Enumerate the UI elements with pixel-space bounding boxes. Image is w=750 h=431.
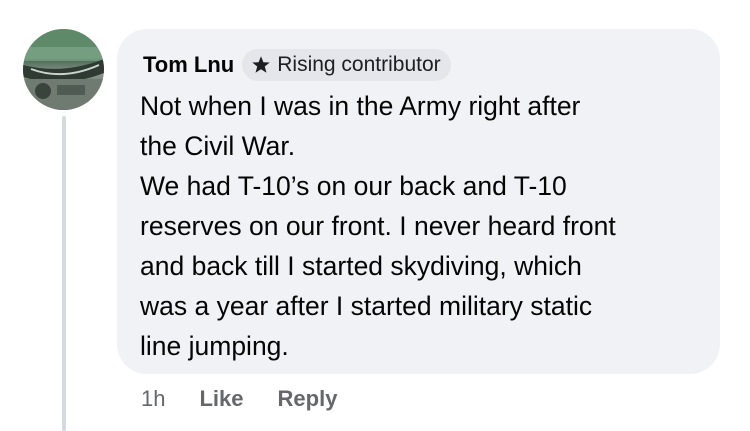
comment-line: line jumping.	[140, 331, 289, 361]
comment-line: reserves on our front. I never heard fro…	[140, 211, 616, 241]
contributor-badge[interactable]: Rising contributor	[242, 49, 451, 81]
comment-actions: 1h Like Reply	[141, 383, 337, 415]
avatar-photo	[23, 29, 104, 110]
author-name[interactable]: Tom Lnu	[143, 52, 234, 78]
badge-label: Rising contributor	[277, 53, 441, 76]
comment-line: the Civil War.	[140, 131, 296, 161]
avatar[interactable]	[23, 29, 104, 110]
comment-line: and back till I started skydiving, which	[140, 251, 582, 281]
comment-line: Not when I was in the Army right after	[140, 91, 581, 121]
comment-text: Not when I was in the Army right after t…	[140, 86, 710, 366]
like-button[interactable]: Like	[199, 386, 243, 412]
thread-line	[62, 116, 66, 431]
comment-header: Tom Lnu Rising contributor	[143, 49, 451, 81]
reply-button[interactable]: Reply	[278, 386, 338, 412]
comment-line: We had T-10’s on our back and T-10	[140, 171, 567, 201]
star-icon	[252, 56, 270, 73]
comment-timestamp[interactable]: 1h	[141, 386, 165, 412]
comment-line: was a year after I started military stat…	[140, 291, 593, 321]
comment-bubble: Tom Lnu Rising contributor Not when I wa…	[117, 29, 720, 374]
